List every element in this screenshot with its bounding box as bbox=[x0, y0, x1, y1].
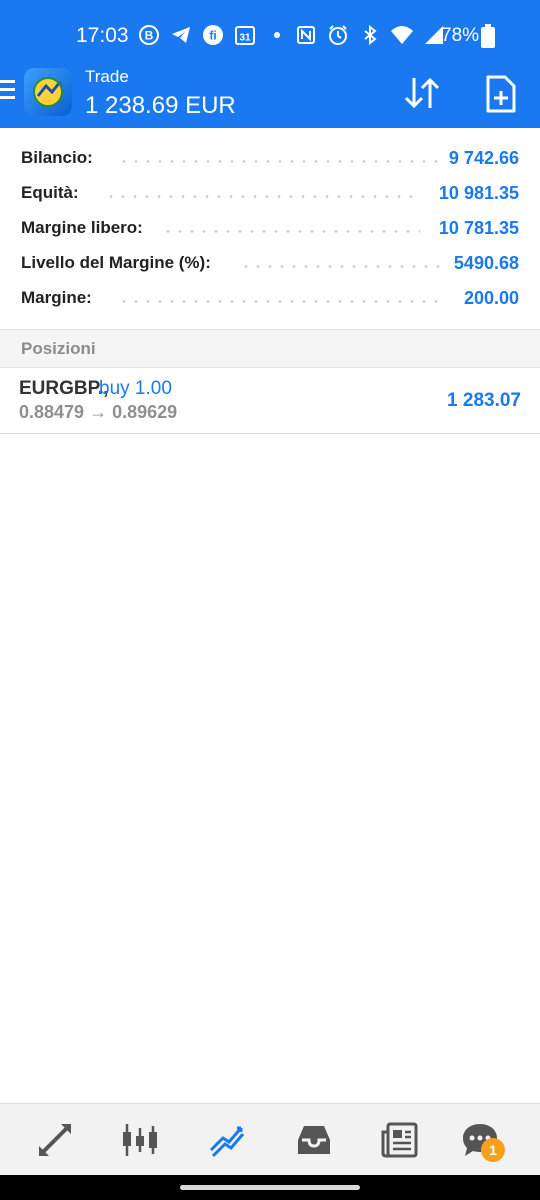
position-direction: buy 1.00 bbox=[99, 378, 172, 399]
svg-text:31: 31 bbox=[239, 33, 251, 44]
history-icon[interactable] bbox=[292, 1118, 336, 1162]
position-profit: 1 283.07 bbox=[447, 390, 521, 411]
gesture-bar bbox=[0, 1175, 540, 1200]
dotted-leader bbox=[118, 160, 438, 163]
summary-label: Margine libero: bbox=[21, 218, 143, 237]
menu-line-icon bbox=[0, 96, 15, 99]
telegram-icon bbox=[169, 23, 193, 47]
bottom-nav bbox=[0, 1103, 540, 1175]
new-document-icon bbox=[486, 75, 516, 113]
summary-value: 200.00 bbox=[463, 288, 519, 308]
summary-value: 10 981.35 bbox=[438, 183, 519, 203]
account-summary: Bilancio: 9 742.66 Equità: 10 981.35 Mar… bbox=[0, 140, 540, 315]
summary-row-margin: Margine: 200.00 bbox=[0, 280, 540, 315]
summary-row-free-margin: Margine libero: 10 781.35 bbox=[0, 210, 540, 245]
app-logo-icon[interactable] bbox=[24, 68, 72, 116]
summary-row-equity: Equità: 10 981.35 bbox=[0, 175, 540, 210]
sort-button[interactable] bbox=[402, 74, 442, 112]
menu-line-icon bbox=[0, 80, 15, 83]
position-row[interactable]: EURGBP., buy 1.00 0.88479 → 0.89629 1 28… bbox=[0, 368, 540, 434]
app-bar: Trade 1 238.69 EUR bbox=[0, 62, 540, 128]
battery-icon bbox=[481, 24, 495, 53]
alarm-icon bbox=[326, 23, 350, 47]
dotted-leader bbox=[118, 300, 444, 303]
fi-icon: fi bbox=[201, 23, 225, 47]
summary-label: Margine: bbox=[21, 288, 92, 307]
chat-badge: 1 bbox=[481, 1138, 505, 1162]
quotes-icon[interactable] bbox=[33, 1118, 77, 1162]
menu-button[interactable] bbox=[0, 80, 18, 104]
summary-label: Bilancio: bbox=[21, 148, 93, 167]
summary-value: 5490.68 bbox=[453, 253, 519, 273]
trade-icon[interactable] bbox=[205, 1118, 249, 1162]
notification-icons: B fi 31 bbox=[137, 23, 289, 47]
header-balance: 1 238.69 EUR bbox=[85, 92, 236, 119]
dotted-leader bbox=[105, 195, 420, 198]
svg-text:fi: fi bbox=[209, 29, 216, 43]
summary-label: Livello del Margine (%): bbox=[21, 253, 211, 272]
svg-text:B: B bbox=[145, 29, 154, 43]
chart-icon[interactable] bbox=[118, 1118, 162, 1162]
summary-value: 10 781.35 bbox=[438, 218, 519, 238]
position-symbol: EURGBP., bbox=[19, 378, 109, 399]
sort-arrows-icon bbox=[404, 77, 440, 109]
dot-icon bbox=[265, 23, 289, 47]
positions-header-label: Posizioni bbox=[21, 339, 96, 358]
top-bar: 17:03 B fi 31 78% Trade 1 238.69 EUR bbox=[0, 0, 540, 128]
wifi-icon bbox=[390, 23, 414, 47]
calendar-icon: 31 bbox=[233, 23, 257, 47]
menu-line-icon bbox=[0, 88, 15, 91]
new-order-button[interactable] bbox=[484, 74, 518, 114]
status-time: 17:03 bbox=[76, 24, 129, 47]
nfc-icon bbox=[294, 23, 318, 47]
dotted-leader bbox=[240, 265, 440, 268]
battery-level: 78% bbox=[441, 25, 480, 46]
bluetooth-icon bbox=[358, 23, 382, 47]
home-handle[interactable] bbox=[180, 1185, 360, 1190]
summary-row-balance: Bilancio: 9 742.66 bbox=[0, 140, 540, 175]
positions-header: Posizioni bbox=[0, 329, 540, 368]
summary-value: 9 742.66 bbox=[448, 148, 519, 168]
summary-label: Equità: bbox=[21, 183, 79, 202]
screen-title: Trade bbox=[85, 67, 129, 86]
dotted-leader bbox=[162, 230, 420, 233]
position-prices: 0.88479 → 0.89629 bbox=[19, 402, 178, 422]
b-circle-icon: B bbox=[137, 23, 161, 47]
summary-row-margin-level: Livello del Margine (%): 5490.68 bbox=[0, 245, 540, 280]
news-icon[interactable] bbox=[378, 1118, 422, 1162]
system-icons bbox=[294, 23, 446, 47]
